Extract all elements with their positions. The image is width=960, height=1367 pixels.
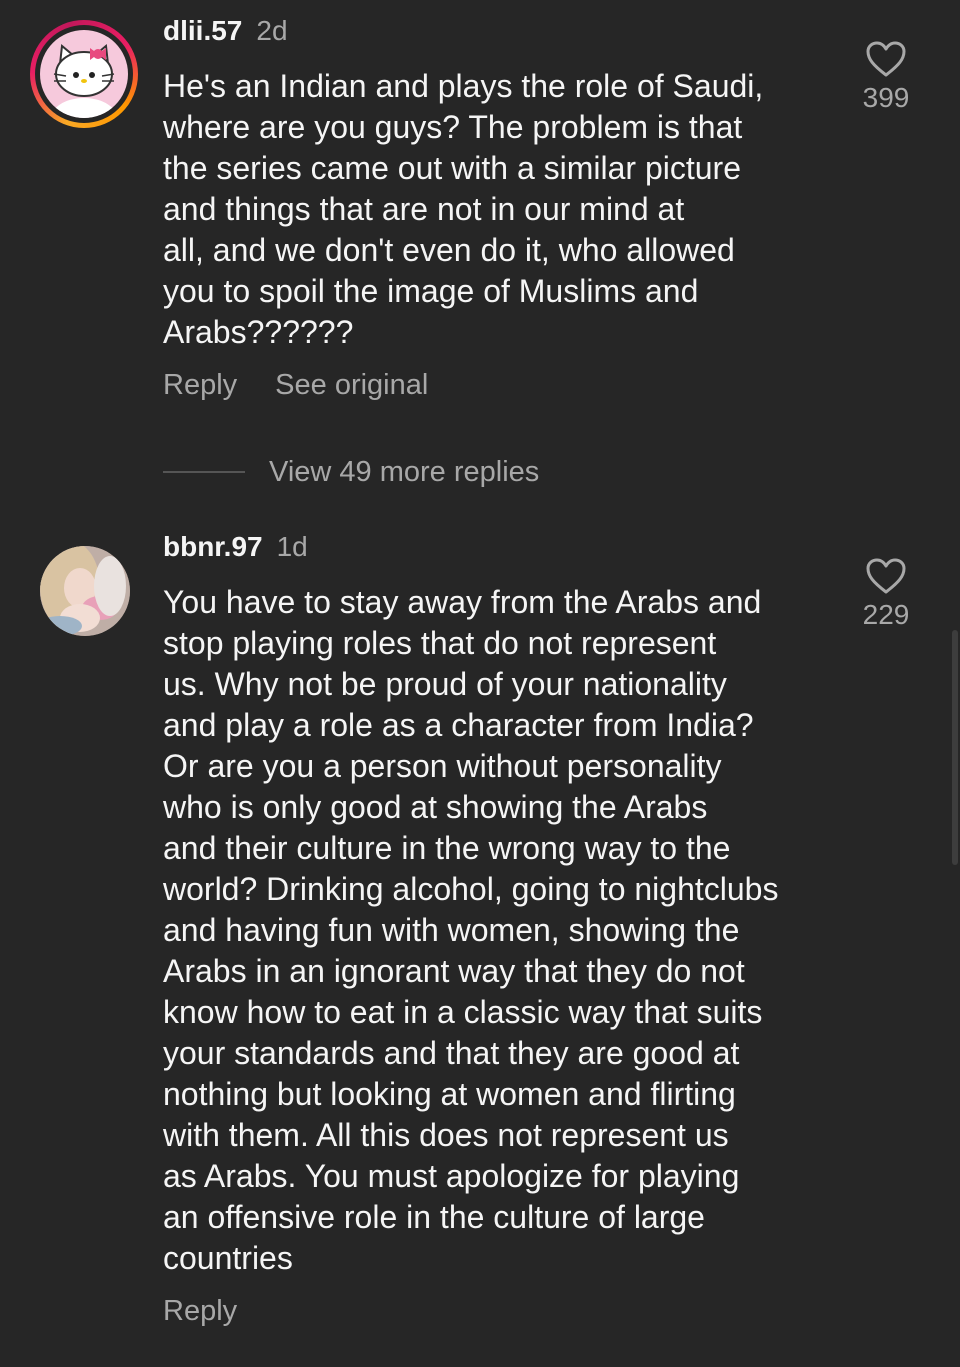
comment-actions: Reply See original (163, 368, 466, 402)
profile-photo-icon (40, 546, 130, 636)
comment-header: dlii.57 2d (163, 14, 288, 48)
avatar[interactable] (40, 546, 130, 636)
divider-line (163, 471, 245, 473)
view-replies-button[interactable]: View 49 more replies (163, 455, 539, 489)
heart-icon[interactable] (865, 40, 907, 78)
timestamp: 1d (276, 531, 308, 562)
see-original-button[interactable]: See original (275, 369, 428, 401)
hello-kitty-avatar-icon (40, 30, 128, 118)
like-count: 229 (862, 599, 910, 630)
like-button[interactable]: 229 (850, 557, 922, 631)
view-replies-label[interactable]: View 49 more replies (269, 456, 539, 489)
username[interactable]: bbnr.97 (163, 531, 263, 562)
avatar[interactable] (30, 20, 138, 128)
heart-icon[interactable] (865, 557, 907, 595)
like-button[interactable]: 399 (850, 40, 922, 114)
comment-header: bbnr.97 1d (163, 530, 308, 564)
comment-actions: Reply (163, 1294, 275, 1328)
comment-text: You have to stay away from the Arabs and… (163, 584, 779, 1276)
like-count: 399 (862, 82, 910, 113)
reply-button[interactable]: Reply (163, 1295, 237, 1327)
scrollbar[interactable] (952, 630, 958, 865)
comment-text: He's an Indian and plays the role of Sau… (163, 68, 764, 350)
reply-button[interactable]: Reply (163, 369, 237, 401)
username[interactable]: dlii.57 (163, 15, 242, 46)
timestamp: 2d (256, 15, 288, 46)
